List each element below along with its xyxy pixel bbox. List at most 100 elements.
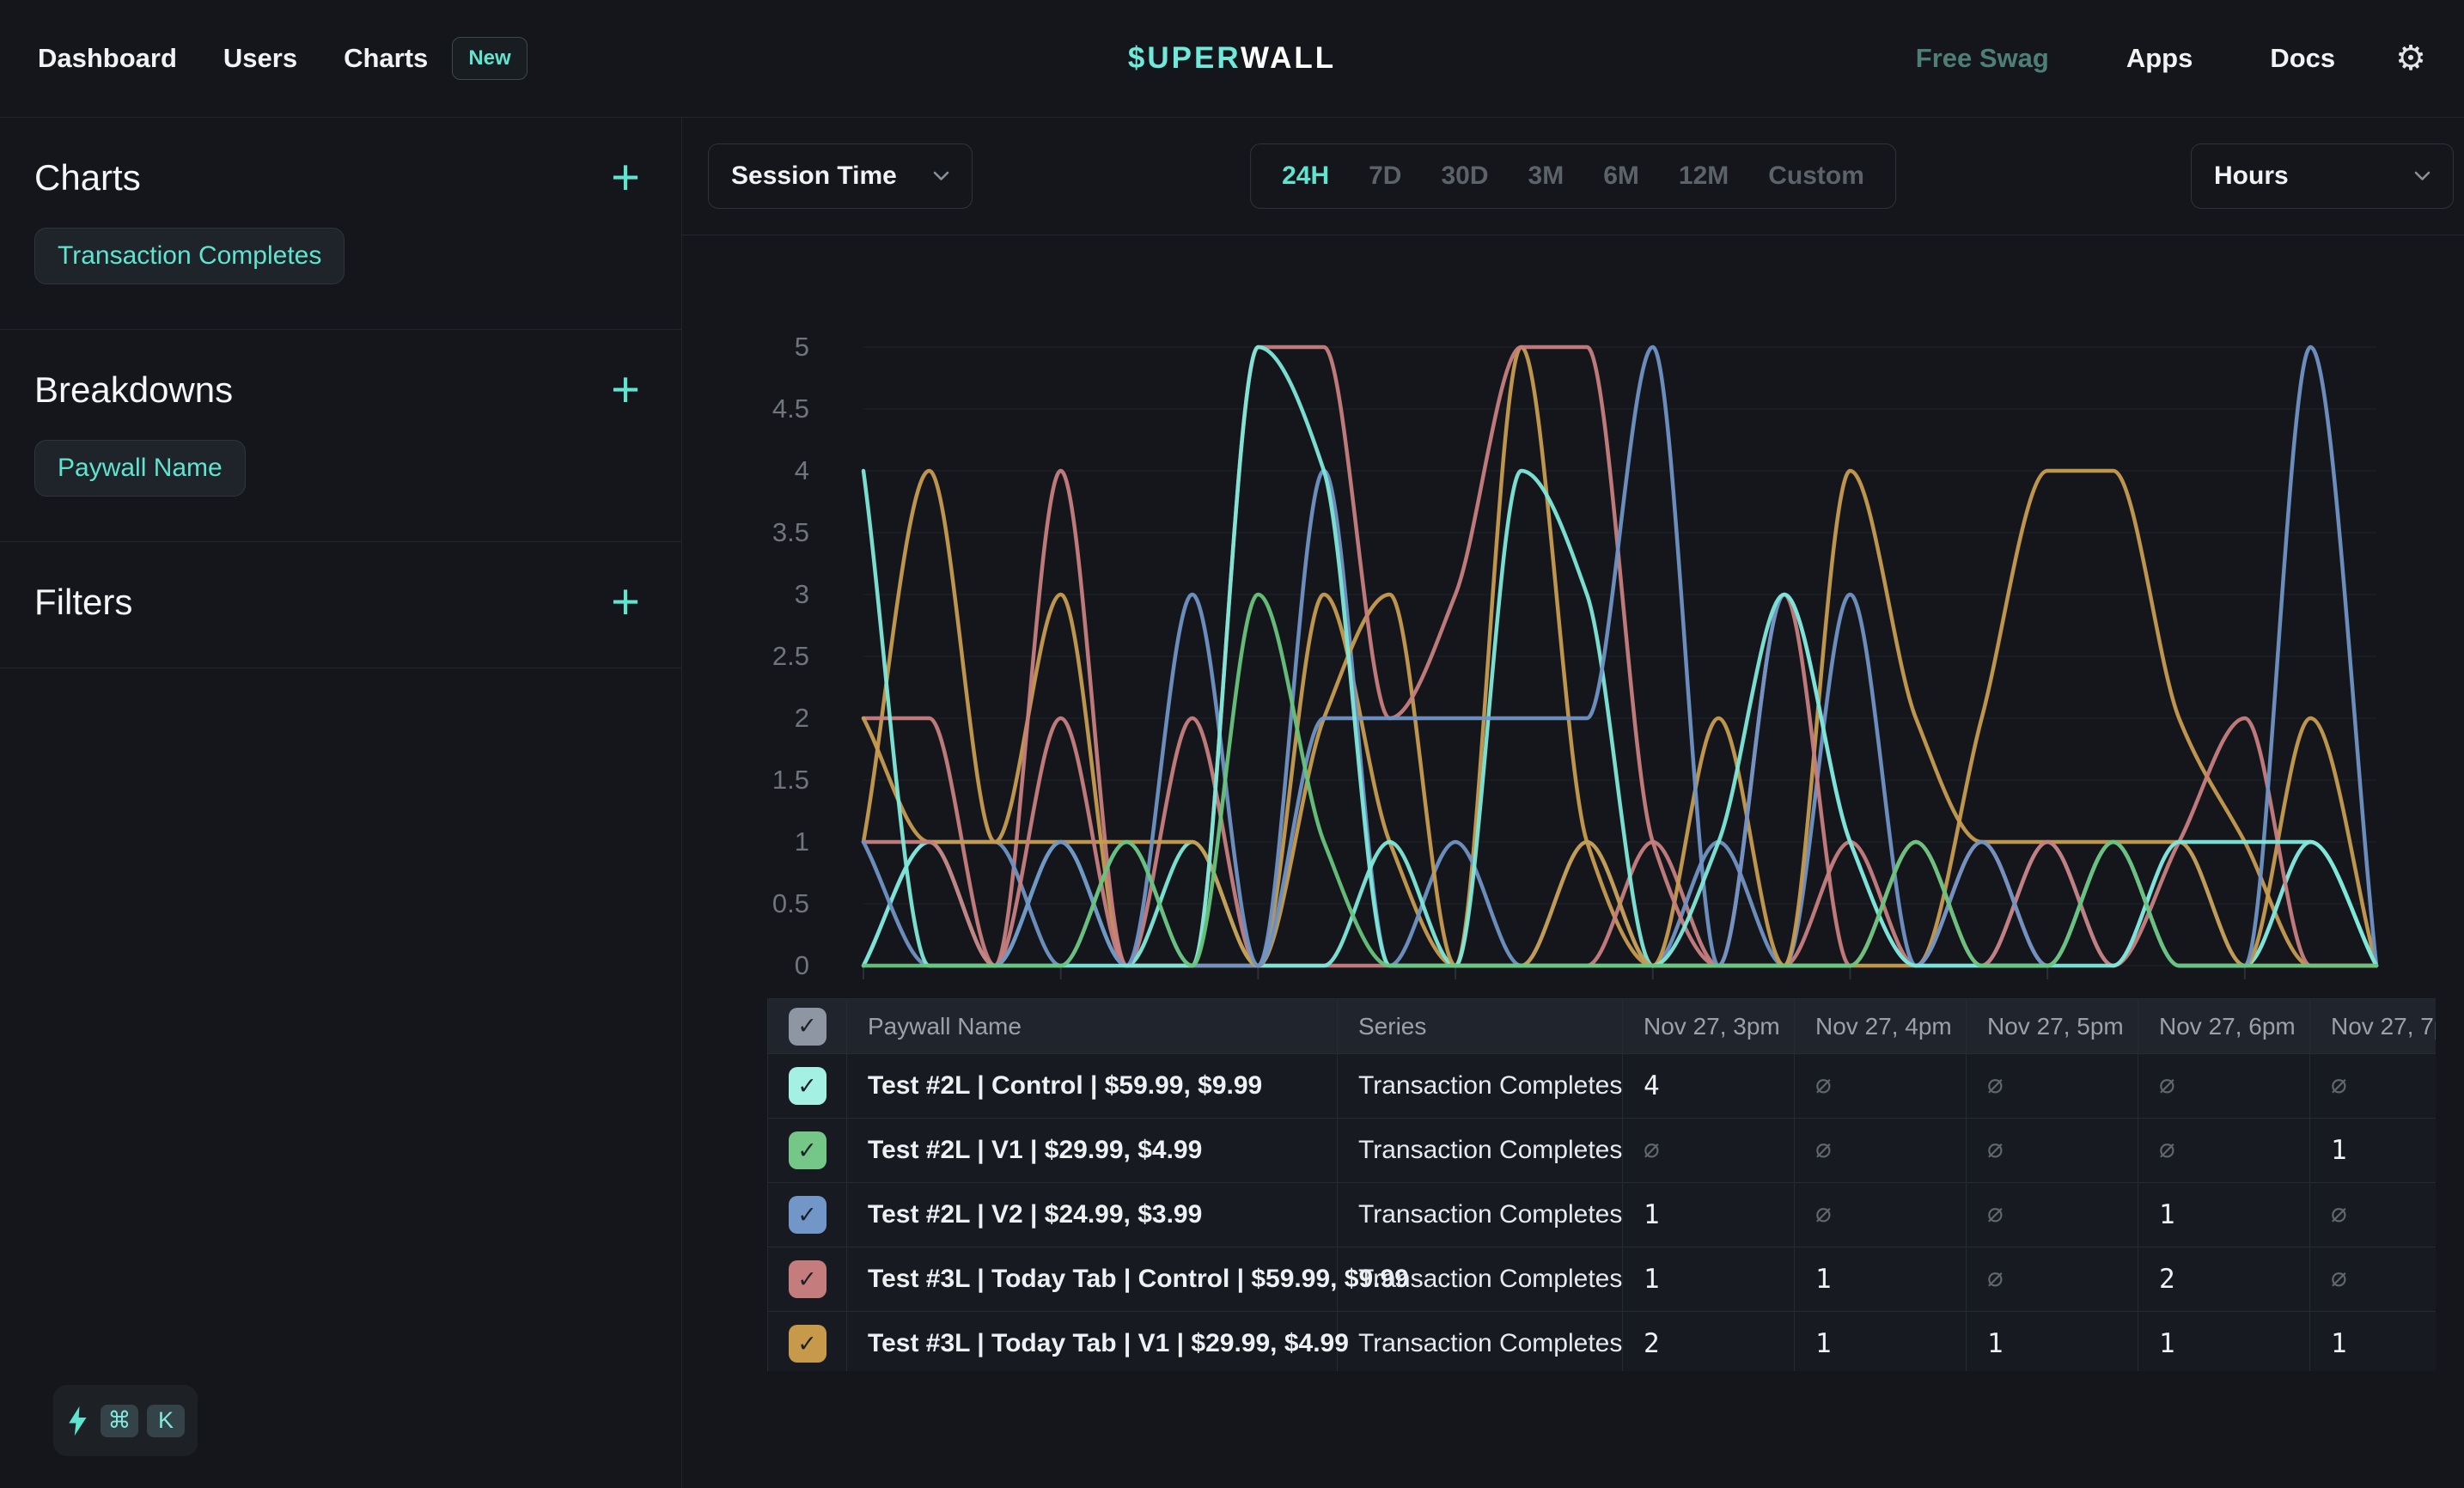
unit-select[interactable]: Hours <box>2191 143 2454 209</box>
paywall-name-cell: Test #3L | Today Tab | V1 | $29.99, $4.9… <box>847 1312 1338 1372</box>
value-cell: ∅ <box>1967 1247 2138 1312</box>
y-axis-label: 2 <box>795 703 809 733</box>
row-checkbox-cell: ✓ <box>768 1312 847 1372</box>
range-tab-7d[interactable]: 7D <box>1369 162 1401 191</box>
paywall-name-cell: Test #2L | V2 | $24.99, $3.99 <box>847 1183 1338 1247</box>
superwall-logo: $UPERWALL <box>1128 41 1336 76</box>
series-cell: Transaction Completes <box>1338 1247 1623 1312</box>
value-cell: 1 <box>1623 1247 1795 1312</box>
row-checkbox[interactable]: ✓ <box>789 1325 826 1363</box>
value-cell: ∅ <box>2310 1247 2437 1312</box>
series-cell: Transaction Completes <box>1338 1312 1623 1372</box>
y-axis-label: 5 <box>795 332 809 362</box>
row-checkbox-cell: ✓ <box>768 1247 847 1312</box>
shortcut-keys: ⌘K <box>101 1405 185 1437</box>
nav-items: Dashboard Users Charts <box>38 43 428 74</box>
row-checkbox[interactable]: ✓ <box>789 1067 826 1105</box>
check-icon: ✓ <box>797 1202 817 1229</box>
y-axis-label: 0 <box>795 950 809 980</box>
range-tab-24h[interactable]: 24H <box>1282 162 1329 191</box>
logo-accent: $UPER <box>1128 41 1241 75</box>
nav-item-dashboard[interactable]: Dashboard <box>38 43 177 74</box>
keycap-cmd: ⌘ <box>101 1405 138 1437</box>
column-header-time: Nov 27, 7pm <box>2310 999 2437 1054</box>
add-charts-button[interactable]: + <box>604 158 647 198</box>
chevron-down-icon <box>933 171 949 181</box>
column-header-time: Nov 27, 3pm <box>1623 999 1795 1054</box>
nav-item-charts[interactable]: Charts <box>344 43 428 74</box>
page: DashboardUsersCharts New $UPERWALL Free … <box>0 0 2464 1488</box>
value-cell: ∅ <box>1795 1183 1967 1247</box>
table-row: ✓ Test #2L | Control | $59.99, $9.99Trans… <box>768 1054 2437 1119</box>
section-title: Filters <box>34 582 132 623</box>
range-tab-6m[interactable]: 6M <box>1603 162 1639 191</box>
value-cell: ∅ <box>1795 1119 1967 1183</box>
check-icon: ✓ <box>797 1137 817 1164</box>
sidebar-section-breakdowns: Breakdowns + Paywall Name <box>0 330 681 542</box>
logo-rest: WALL <box>1241 41 1336 75</box>
table-row: ✓Test #3L | Today Tab | Control | $59.99… <box>768 1247 2437 1312</box>
range-tab-3m[interactable]: 3M <box>1528 162 1564 191</box>
table-header-row: ✓Paywall NameSeriesNov 27, 3pmNov 27, 4p… <box>768 999 2437 1054</box>
check-icon: ✓ <box>797 1331 817 1357</box>
metric-select[interactable]: Session Time <box>708 143 973 209</box>
section-title: Breakdowns <box>34 369 233 411</box>
settings-gear-icon[interactable]: ⚙ <box>2395 41 2426 76</box>
range-tab-30d[interactable]: 30D <box>1441 162 1488 191</box>
sidebar: Charts+Transaction CompletesBreakdowns+P… <box>0 118 682 1488</box>
nav-item-apps[interactable]: Apps <box>2126 43 2193 74</box>
paywall-name-cell: Test #2L | V1 | $29.99, $4.99 <box>847 1119 1338 1183</box>
value-cell: ∅ <box>1623 1119 1795 1183</box>
row-checkbox[interactable]: ✓ <box>789 1196 826 1234</box>
time-range-tabs: 24H 7D 30D 3M 6M 12M Custom <box>1250 143 1896 209</box>
value-cell: ∅ <box>1795 1054 1967 1119</box>
sidebar-section-filters: Filters + <box>0 542 681 668</box>
value-cell: 1 <box>1795 1312 1967 1372</box>
unit-select-value: Hours <box>2214 162 2289 191</box>
check-icon: ✓ <box>797 1073 817 1100</box>
value-cell: 2 <box>2138 1247 2310 1312</box>
value-cell: ∅ <box>1967 1054 2138 1119</box>
sidebar-section-charts: Charts+Transaction Completes <box>0 118 681 330</box>
nav-right: Free Swag Apps Docs ⚙ <box>1916 41 2426 76</box>
chip-paywall-name[interactable]: Paywall Name <box>34 440 246 497</box>
column-header-paywall-name: Paywall Name <box>847 999 1338 1054</box>
row-checkbox-cell: ✓ <box>768 1119 847 1183</box>
command-palette-shortcut[interactable]: ⌘K <box>53 1385 198 1456</box>
lightning-icon <box>66 1406 88 1436</box>
row-checkbox[interactable]: ✓ <box>789 1260 826 1298</box>
top-nav: DashboardUsersCharts New $UPERWALL Free … <box>0 0 2464 118</box>
add-filters-button[interactable]: + <box>604 582 647 622</box>
column-header-series: Series <box>1338 999 1623 1054</box>
select-all-cell: ✓ <box>768 999 847 1054</box>
value-cell: 1 <box>2310 1119 2437 1183</box>
range-tab-custom[interactable]: Custom <box>1768 162 1864 191</box>
series-cell: Transaction Completes <box>1338 1183 1623 1247</box>
y-axis-label: 4.5 <box>772 393 809 424</box>
add-breakdowns-button[interactable]: + <box>604 370 647 410</box>
column-header-time: Nov 27, 5pm <box>1967 999 2138 1054</box>
row-checkbox[interactable]: ✓ <box>789 1131 826 1169</box>
chip-transaction-completes[interactable]: Transaction Completes <box>34 228 345 284</box>
series-cell: Transaction Completes <box>1338 1054 1623 1119</box>
content: Session Time 24H 7D 30D 3M 6M 12M Custom Hours… <box>682 118 2464 1488</box>
value-cell: 1 <box>1967 1312 2138 1372</box>
range-tab-12m[interactable]: 12M <box>1679 162 1729 191</box>
nav-right-items: Free Swag Apps Docs <box>1916 43 2335 74</box>
series-cell: Transaction Completes <box>1338 1119 1623 1183</box>
chevron-down-icon <box>2414 171 2430 181</box>
nav-item-free-swag[interactable]: Free Swag <box>1916 43 2049 74</box>
paywall-name-cell: Test #2L | Control | $59.99, $9.99 <box>847 1054 1338 1119</box>
value-cell: ∅ <box>2310 1183 2437 1247</box>
nav-item-docs[interactable]: Docs <box>2270 43 2335 74</box>
y-axis-label: 1.5 <box>772 765 809 795</box>
value-cell: 1 <box>1623 1183 1795 1247</box>
breakdown-table-grid: ✓Paywall NameSeriesNov 27, 3pmNov 27, 4p… <box>767 998 2436 1371</box>
nav-item-users[interactable]: Users <box>223 43 297 74</box>
breakdown-table: ✓Paywall NameSeriesNov 27, 3pmNov 27, 4p… <box>767 998 2436 1371</box>
value-cell: 4 <box>1623 1054 1795 1119</box>
select-all-checkbox[interactable]: ✓ <box>789 1008 826 1046</box>
value-cell: 1 <box>1795 1247 1967 1312</box>
value-cell: ∅ <box>1967 1183 2138 1247</box>
y-axis-label: 4 <box>795 455 809 485</box>
